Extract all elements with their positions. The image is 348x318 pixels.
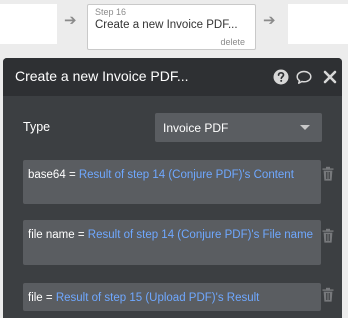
close-icon[interactable] bbox=[321, 68, 339, 86]
arrow-right-icon: ➔ bbox=[263, 11, 276, 29]
param-row-file[interactable]: file = Result of step 15 (Upload PDF)'s … bbox=[23, 283, 321, 311]
type-select-value: Invoice PDF bbox=[163, 121, 229, 135]
param-row-file-name[interactable]: file name = Result of step 14 (Conjure P… bbox=[23, 220, 321, 265]
param-key: file bbox=[28, 292, 43, 304]
step-title: Create a new Invoice PDF... bbox=[95, 19, 238, 31]
param-row-base64[interactable]: base64 = Result of step 14 (Conjure PDF)… bbox=[23, 160, 321, 204]
comment-icon[interactable] bbox=[295, 68, 313, 86]
step-16-card[interactable]: Step 16 Create a new Invoice PDF... dele… bbox=[87, 4, 256, 50]
panel-title: Create a new Invoice PDF... bbox=[15, 68, 189, 84]
param-equals: = bbox=[45, 292, 53, 304]
param-key: base64 bbox=[28, 169, 66, 181]
type-select[interactable]: Invoice PDF bbox=[155, 113, 322, 142]
step-number: Step 16 bbox=[95, 7, 127, 17]
param-expression[interactable]: Result of step 14 (Conjure PDF)'s Conten… bbox=[79, 169, 294, 181]
chevron-down-icon bbox=[300, 125, 310, 130]
param-equals: = bbox=[77, 229, 85, 241]
param-equals: = bbox=[68, 169, 76, 181]
workflow-strip: ➔ Step 16 Create a new Invoice PDF... de… bbox=[0, 0, 348, 58]
type-label: Type bbox=[23, 120, 51, 134]
trash-icon[interactable] bbox=[321, 166, 335, 182]
param-expression[interactable]: Result of step 14 (Conjure PDF)'s File n… bbox=[88, 229, 313, 241]
param-expression[interactable]: Result of step 15 (Upload PDF)'s Result bbox=[56, 292, 260, 304]
arrow-right-icon: ➔ bbox=[64, 11, 77, 29]
delete-step-link[interactable]: delete bbox=[220, 37, 245, 47]
panel-header: Create a new Invoice PDF... bbox=[3, 58, 342, 96]
trash-icon[interactable] bbox=[321, 287, 335, 303]
param-key: file name bbox=[28, 229, 75, 241]
previous-step-card[interactable] bbox=[0, 4, 57, 44]
help-circle-icon[interactable] bbox=[272, 68, 290, 86]
action-editor-panel: Create a new Invoice PDF... Type Invoice… bbox=[3, 58, 342, 318]
next-step-card[interactable] bbox=[288, 4, 348, 44]
trash-icon[interactable] bbox=[321, 228, 335, 244]
